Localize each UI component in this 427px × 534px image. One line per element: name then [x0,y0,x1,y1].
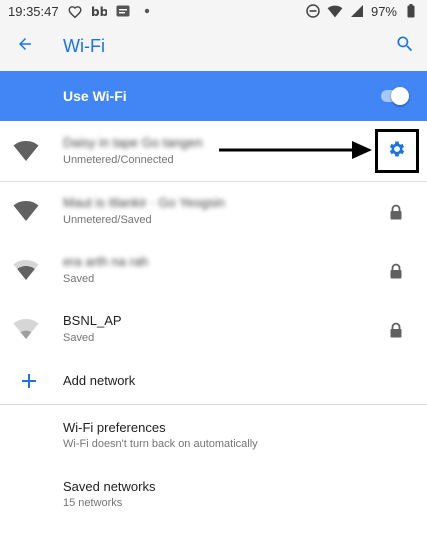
wifi-preferences-subtitle: Wi-Fi doesn't turn back on automatically [63,438,258,450]
heart-icon [67,3,83,19]
do-not-disturb-icon [305,3,321,19]
lock-icon [389,322,403,338]
network-texts: Daisy in tape Go tangen Unmetered/Connec… [63,122,202,181]
more-notifications-dot-icon [139,3,155,19]
search-icon [395,34,415,59]
network-status: Saved [63,273,95,285]
lock-icon [389,204,403,220]
use-wifi-switch-bar[interactable]: Use Wi-Fi [0,71,427,121]
network-row[interactable]: era arth na rah Saved [0,241,427,300]
saved-networks-title: Saved networks [63,479,156,494]
saved-networks-row[interactable]: Saved networks 15 networks [0,465,427,523]
network-status: Unmetered/Saved [63,214,152,226]
wifi-signal-weak-icon [13,318,39,340]
status-right: 97% [305,3,419,19]
message-icon [115,3,131,19]
status-bar: 19:35:47 bb 97% [0,0,427,22]
annotation-arrow [219,141,372,159]
page-title: Wi-Fi [63,36,105,56]
wifi-signal-medium-icon [13,259,39,281]
battery-percent: 97% [370,3,397,19]
plus-icon [20,372,38,390]
add-network-row[interactable]: Add network [0,359,427,403]
wifi-signal-strong-icon [13,200,39,222]
wifi-settings-screen: 19:35:47 bb 97% Wi-Fi Use Wi-Fi Daisy in… [0,0,427,534]
network-texts: era arth na rah Saved [63,241,148,300]
network-name: era arth na rah [63,254,149,269]
wifi-preferences-title: Wi-Fi preferences [63,420,166,435]
network-row[interactable]: Maut is Itlankir · Go Yeogsin Unmetered/… [0,182,427,241]
network-status: Saved [63,332,95,344]
add-network-label: Add network [63,373,136,388]
app-notification-icon: bb [91,3,107,19]
status-left: 19:35:47 bb [8,3,155,19]
battery-icon [403,3,419,19]
wifi-status-icon [327,3,343,19]
network-texts: Maut is Itlankir · Go Yeogsin Unmetered/… [63,182,225,241]
app-bar: Wi-Fi [0,22,427,71]
status-time: 19:35:47 [8,3,59,19]
network-row-bsnl[interactable]: BSNL_AP Saved [0,300,427,359]
saved-networks-subtitle: 15 networks [63,497,123,509]
wifi-preferences-row[interactable]: Wi-Fi preferences Wi-Fi doesn't turn bac… [0,406,427,464]
wifi-signal-strong-icon [13,140,39,162]
network-name: BSNL_AP [63,313,122,328]
divider [0,404,427,405]
cell-signal-icon [349,3,365,19]
network-settings-button[interactable] [375,129,419,173]
use-wifi-label: Use Wi-Fi [63,88,127,104]
use-wifi-toggle[interactable] [379,85,411,107]
network-texts: BSNL_AP Saved [63,300,122,359]
network-status: Unmetered/Connected [63,154,174,166]
back-button[interactable] [0,22,50,71]
network-name: Maut is Itlankir · Go Yeogsin [63,195,225,210]
network-name: Daisy in tape Go tangen [63,135,203,150]
search-button[interactable] [393,34,417,58]
svg-text:bb: bb [91,5,107,18]
arrow-back-icon [16,35,34,58]
lock-icon [389,263,403,279]
gear-icon [387,139,407,164]
toggle-thumb [391,87,409,105]
